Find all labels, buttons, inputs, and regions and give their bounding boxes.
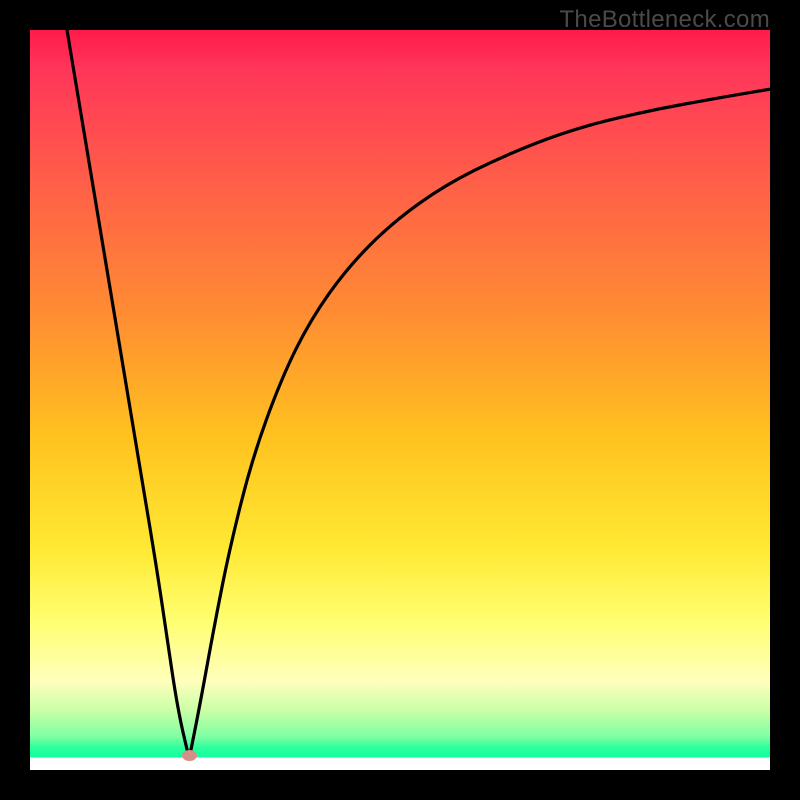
chart-frame: TheBottleneck.com [0, 0, 800, 800]
bottleneck-curve [30, 30, 770, 770]
minimum-marker [182, 750, 197, 761]
watermark-label: TheBottleneck.com [559, 6, 770, 34]
